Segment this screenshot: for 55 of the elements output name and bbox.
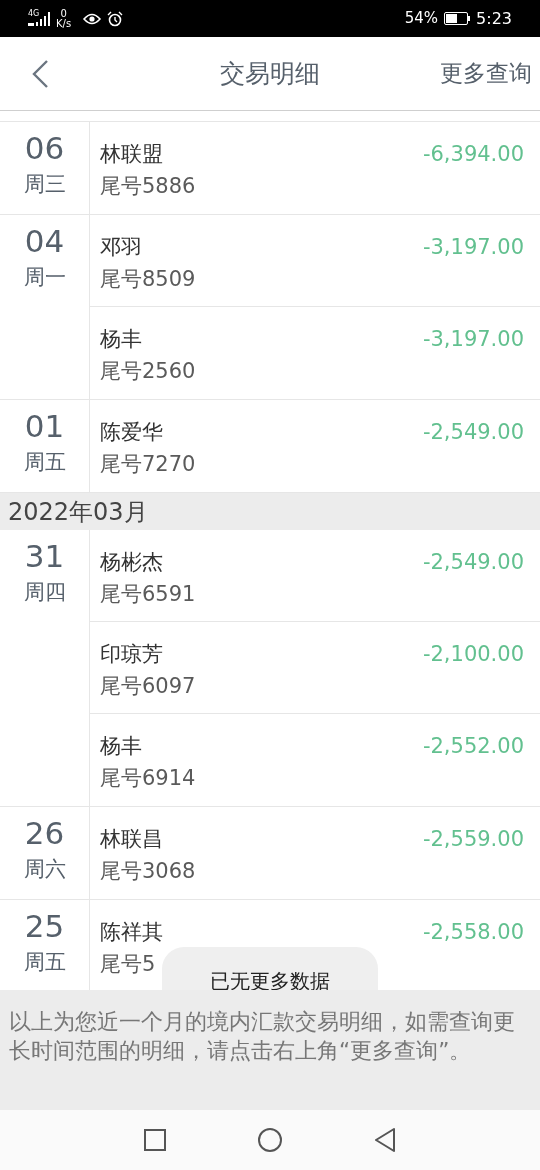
account-suffix: 尾号8509 — [100, 266, 196, 292]
page-title: 交易明细 — [220, 57, 320, 90]
battery-percent: 54% — [404, 8, 439, 30]
account-suffix: 尾号5 — [100, 951, 157, 977]
payee-name: 杨彬杰 — [100, 549, 164, 575]
back-icon — [31, 58, 49, 89]
amount: -2,549.00 — [422, 419, 524, 445]
amount: -2,558.00 — [422, 919, 524, 945]
day-number: 31 — [24, 537, 65, 575]
square-nav-icon[interactable] — [144, 1129, 166, 1151]
day-number: 04 — [24, 222, 65, 260]
day-number: 25 — [24, 907, 65, 945]
payee-name: 印琼芳 — [100, 641, 164, 667]
eye-icon — [83, 12, 102, 25]
amount: -6,394.00 — [422, 141, 524, 167]
speed-unit: K/s — [56, 18, 72, 29]
account-suffix: 尾号6591 — [100, 581, 196, 607]
amount: -3,197.00 — [422, 234, 524, 260]
day-number: 06 — [24, 129, 65, 167]
payee-name: 林联昌 — [100, 826, 164, 852]
payee-name: 陈爱华 — [100, 419, 164, 445]
weekday: 周五 — [23, 449, 66, 476]
more-query-link[interactable]: 更多查询 — [440, 56, 540, 91]
amount: -2,552.00 — [422, 733, 524, 759]
weekday: 周三 — [23, 171, 66, 198]
weekday: 周六 — [23, 856, 66, 883]
weekday: 周四 — [23, 579, 66, 606]
payee-name: 林联盟 — [100, 141, 164, 167]
account-suffix: 尾号2560 — [100, 358, 196, 384]
battery-icon — [444, 12, 471, 25]
payee-name: 邓羽 — [100, 234, 143, 260]
payee-name: 陈祥其 — [100, 919, 163, 945]
clock: 5:23 — [476, 7, 512, 30]
payee-name: 杨丰 — [100, 733, 143, 759]
account-suffix: 尾号5886 — [100, 173, 196, 199]
month-header: 2022年03月 — [8, 496, 148, 528]
amount: -2,559.00 — [422, 826, 524, 852]
home-nav-icon[interactable] — [258, 1128, 282, 1152]
account-suffix: 尾号7270 — [100, 451, 196, 477]
weekday: 周一 — [23, 264, 66, 291]
footer-note: 以上为您近一个月的境内汇款交易明细，如需查询更长时间范围的明细，请点击右上角“更多查询”。 — [9, 1008, 516, 1065]
account-suffix: 尾号3068 — [100, 858, 196, 884]
amount: -2,549.00 — [422, 549, 524, 575]
network-label: 4G — [28, 7, 40, 20]
day-number: 01 — [24, 407, 65, 445]
account-suffix: 尾号6914 — [100, 765, 196, 791]
day-number: 26 — [24, 814, 65, 852]
amount: -2,100.00 — [422, 641, 524, 667]
amount: -3,197.00 — [422, 326, 524, 352]
payee-name: 杨丰 — [100, 326, 143, 352]
alarm-icon — [107, 10, 124, 27]
weekday: 周五 — [23, 949, 66, 976]
account-suffix: 尾号6097 — [100, 673, 196, 699]
back-nav-icon[interactable] — [374, 1128, 396, 1152]
speed-value: 0 — [60, 8, 67, 19]
